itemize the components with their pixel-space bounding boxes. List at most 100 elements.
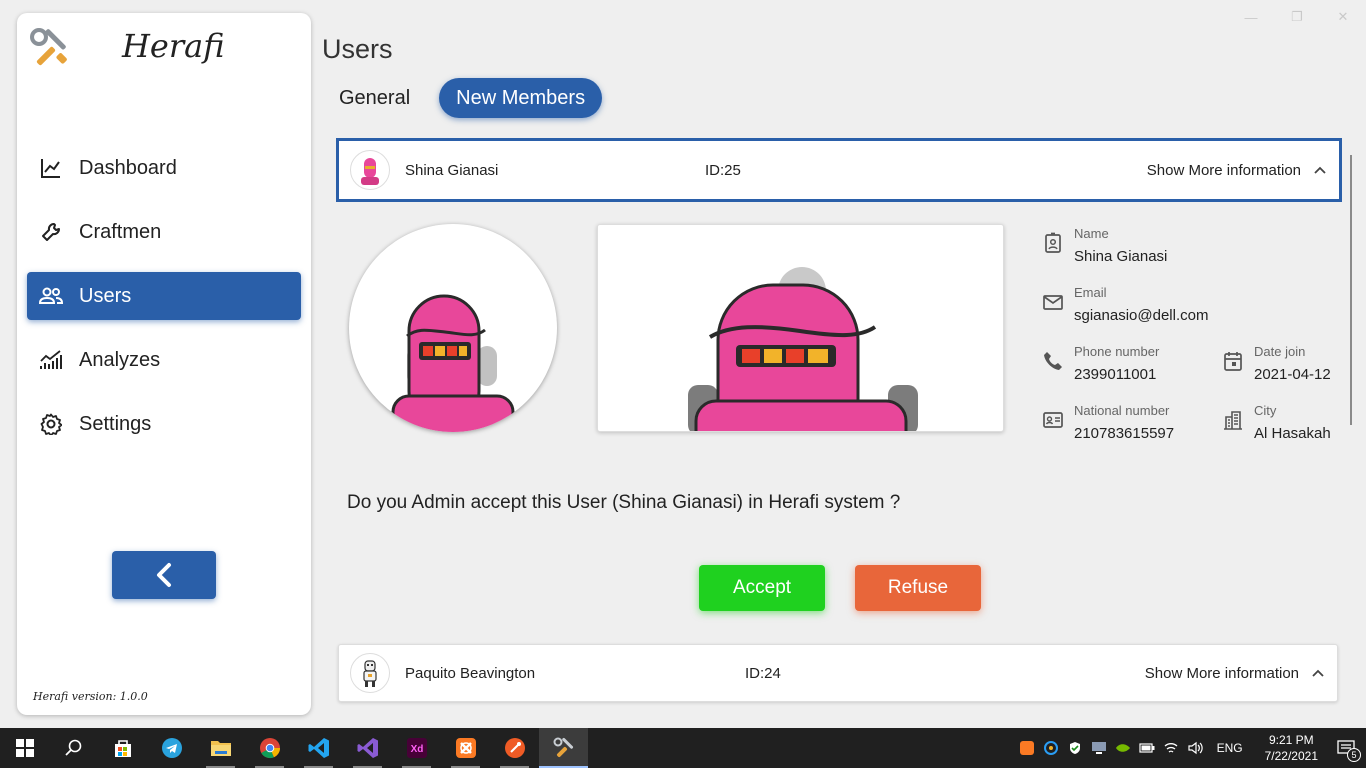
xampp-icon[interactable] xyxy=(441,728,490,768)
security-shield-icon[interactable] xyxy=(1063,728,1087,768)
chevron-left-icon xyxy=(157,563,171,587)
xampp-tray-icon[interactable] xyxy=(1015,728,1039,768)
sidebar-item-label: Craftmen xyxy=(79,220,162,243)
wifi-icon[interactable] xyxy=(1159,728,1183,768)
store-icon[interactable] xyxy=(98,728,147,768)
id-card-icon xyxy=(1043,412,1063,428)
chevron-up-icon[interactable] xyxy=(1311,666,1325,680)
tools-logo-icon xyxy=(29,27,71,69)
clock-date: 7/22/2021 xyxy=(1264,749,1318,763)
show-more-link[interactable]: Show More information xyxy=(1147,162,1301,179)
sidebar-item-dashboard[interactable]: Dashboard xyxy=(27,144,301,192)
app-logo-text: Herafi xyxy=(122,27,225,65)
info-phone: Phone number 2399011001 xyxy=(1042,344,1192,388)
notification-count-badge: 5 xyxy=(1347,748,1361,762)
svg-text:Xd: Xd xyxy=(410,744,423,755)
clock[interactable]: 9:21 PM 7/22/2021 xyxy=(1265,732,1318,764)
window-controls: — ❐ ✕ xyxy=(1228,6,1366,28)
search-icon[interactable] xyxy=(49,728,98,768)
avatar xyxy=(350,653,390,693)
refuse-button[interactable]: Refuse xyxy=(855,565,981,611)
sync-icon[interactable] xyxy=(1039,728,1063,768)
taskbar: Xd ENG 9:21 PM 7/22/2021 5 xyxy=(0,728,1366,768)
sidebar-item-craftmen[interactable]: Craftmen xyxy=(27,208,301,256)
sidebar: Herafi Dashboard Craftmen Users Analyzes xyxy=(17,13,311,715)
mail-icon xyxy=(1043,295,1063,310)
chart-line-icon xyxy=(39,156,63,180)
user-avatar-large xyxy=(349,224,557,432)
notification-center-icon[interactable]: 5 xyxy=(1326,728,1366,768)
sidebar-item-label: Users xyxy=(79,284,132,307)
file-explorer-icon[interactable] xyxy=(196,728,245,768)
gear-icon xyxy=(39,412,63,436)
scrollbar[interactable] xyxy=(1350,155,1352,425)
user-card-header-selected[interactable]: Shina Gianasi ID:25 Show More informatio… xyxy=(336,138,1342,202)
info-label: City xyxy=(1254,403,1277,418)
system-tray: ENG 9:21 PM 7/22/2021 5 xyxy=(1015,728,1366,768)
chrome-icon[interactable] xyxy=(245,728,294,768)
users-icon xyxy=(39,284,63,308)
info-value: sgianasio@dell.com xyxy=(1074,307,1209,324)
restore-icon[interactable]: ❐ xyxy=(1274,6,1320,28)
user-id-photo xyxy=(597,224,1004,432)
nvidia-icon[interactable] xyxy=(1111,728,1135,768)
collapse-sidebar-button[interactable] xyxy=(112,551,216,599)
page-title: Users xyxy=(322,34,393,64)
herafi-app-icon[interactable] xyxy=(539,728,588,768)
info-city: City Al Hasakah xyxy=(1222,403,1337,447)
city-icon xyxy=(1224,411,1242,430)
accept-button[interactable]: Accept xyxy=(699,565,825,611)
info-email: Email sgianasio@dell.com xyxy=(1042,285,1222,329)
info-label: Phone number xyxy=(1074,344,1160,359)
sidebar-item-settings[interactable]: Settings xyxy=(27,400,301,448)
accept-question: Do you Admin accept this User (Shina Gia… xyxy=(347,492,901,513)
postman-icon[interactable] xyxy=(490,728,539,768)
info-value: 2399011001 xyxy=(1074,366,1157,383)
info-value: Shina Gianasi xyxy=(1074,248,1168,265)
sidebar-item-label: Analyzes xyxy=(79,348,161,371)
language-indicator[interactable]: ENG xyxy=(1217,741,1243,755)
sidebar-item-analyzes[interactable]: Analyzes xyxy=(27,336,301,384)
info-label: Name xyxy=(1074,226,1109,241)
phone-icon xyxy=(1044,352,1062,370)
clock-time: 9:21 PM xyxy=(1268,733,1314,747)
monitor-icon[interactable] xyxy=(1087,728,1111,768)
user-id: ID:24 xyxy=(745,664,781,682)
user-name: Paquito Beavington xyxy=(405,664,536,682)
vscode-icon[interactable] xyxy=(294,728,343,768)
wrench-icon xyxy=(39,220,63,244)
info-label: Date join xyxy=(1254,344,1306,359)
contact-badge-icon xyxy=(1045,232,1061,253)
sidebar-nav: Dashboard Craftmen Users Analyzes Settin… xyxy=(27,144,301,464)
battery-icon[interactable] xyxy=(1135,728,1159,768)
version-label: Herafi version: 1.0.0 xyxy=(33,690,148,703)
info-value: Al Hasakah xyxy=(1254,425,1331,442)
tab-bar: General New Members xyxy=(322,78,603,118)
analytics-icon xyxy=(39,348,63,372)
user-id: ID:25 xyxy=(705,161,741,179)
minimize-icon[interactable]: — xyxy=(1228,6,1274,28)
info-national-number: National number 210783615597 xyxy=(1042,403,1192,447)
tab-new-members[interactable]: New Members xyxy=(439,78,603,118)
info-value: 210783615597 xyxy=(1074,425,1175,442)
sidebar-item-users[interactable]: Users xyxy=(27,272,301,320)
info-value: 2021-04-12 xyxy=(1254,366,1331,383)
info-name: Name Shina Gianasi xyxy=(1042,226,1212,270)
info-label: Email xyxy=(1074,285,1107,300)
sidebar-item-label: Dashboard xyxy=(79,156,177,179)
avatar xyxy=(350,150,390,190)
tab-general[interactable]: General xyxy=(322,78,427,118)
windows-start-icon[interactable] xyxy=(0,728,49,768)
visual-studio-icon[interactable] xyxy=(343,728,392,768)
user-card-header[interactable]: Paquito Beavington ID:24 Show More infor… xyxy=(338,644,1338,702)
show-more-link[interactable]: Show More information xyxy=(1145,665,1299,682)
info-label: National number xyxy=(1074,403,1170,418)
volume-icon[interactable] xyxy=(1183,728,1207,768)
sidebar-item-label: Settings xyxy=(79,412,152,435)
close-icon[interactable]: ✕ xyxy=(1320,6,1366,28)
chevron-up-icon[interactable] xyxy=(1313,163,1327,177)
telegram-icon[interactable] xyxy=(147,728,196,768)
info-date-join: Date join 2021-04-12 xyxy=(1222,344,1337,388)
calendar-icon xyxy=(1224,352,1242,371)
adobe-xd-icon[interactable]: Xd xyxy=(392,728,441,768)
